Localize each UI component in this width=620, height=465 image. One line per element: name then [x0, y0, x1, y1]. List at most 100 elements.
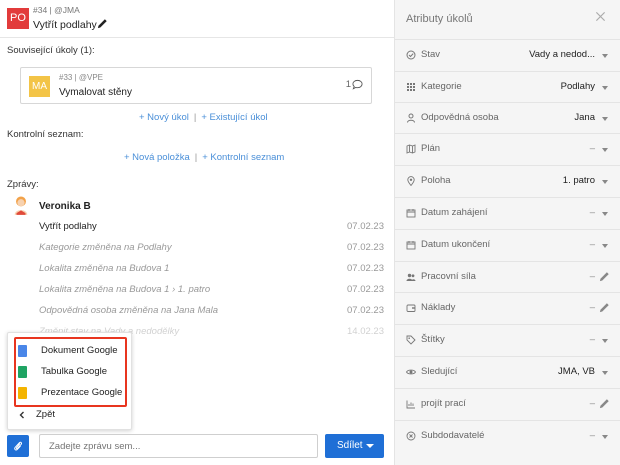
attr-row-stitky[interactable]: Štítky – [395, 324, 620, 355]
attr-row-sledujici[interactable]: Sledující JMA, VB [395, 356, 620, 387]
message-row: Lokalita změněna na Budova 1 › 1. patro … [39, 284, 384, 298]
app: PO #34 | @JMA Vytřít podlahy Související… [0, 0, 620, 465]
chevron-down-icon [602, 86, 608, 90]
message-date: 07.02.23 [347, 221, 384, 232]
costs-icon [406, 304, 416, 312]
chevron-down-icon [602, 117, 608, 121]
attr-value: – [589, 334, 595, 345]
attr-value: – [589, 143, 595, 154]
new-task-link[interactable]: + Nový úkol [139, 112, 189, 123]
chevron-down-icon [602, 54, 608, 58]
edit-pencil-icon[interactable] [599, 271, 610, 282]
chevron-down-icon [602, 180, 608, 184]
chevron-down-icon [602, 339, 608, 343]
people-icon [406, 273, 416, 281]
attr-row-pracovni-sila[interactable]: Pracovní síla – [395, 261, 620, 292]
status-icon [406, 50, 416, 60]
task-meta: #34 | @JMA [33, 5, 80, 15]
attr-value: Jana [574, 112, 595, 123]
related-tasks-label: Související úkoly (1): [7, 45, 95, 56]
message-row: Lokalita změněna na Budova 1 07.02.23 [39, 263, 384, 277]
attr-value: JMA, VB [558, 366, 595, 377]
message-input[interactable] [39, 434, 318, 458]
message-row: Vytřít podlahy 07.02.23 [39, 221, 384, 235]
attr-row-projit-praci[interactable]: projít prací – [395, 388, 620, 419]
message-date: 07.02.23 [347, 305, 384, 316]
attr-row-subdodavatele[interactable]: Subdodavatelé – [395, 420, 620, 451]
attr-value: – [589, 207, 595, 218]
attr-row-stav[interactable]: Stav Vady a nedod... [395, 39, 620, 70]
close-icon[interactable] [595, 11, 606, 22]
location-icon [407, 176, 415, 186]
attr-row-datum-ukonceni[interactable]: Datum ukončení – [395, 229, 620, 260]
attr-label: Odpovědná osoba [421, 112, 499, 123]
subcontractor-icon [406, 431, 416, 441]
attr-value: – [589, 302, 595, 313]
related-task-title: Vymalovat stěny [59, 87, 132, 98]
edit-pencil-icon[interactable] [599, 302, 610, 313]
comment-count: 1 [345, 79, 351, 90]
attr-value: Podlahy [560, 81, 595, 92]
attr-label: Sledující [421, 366, 458, 377]
eye-icon [406, 369, 416, 375]
attr-row-odpovedna-osoba[interactable]: Odpovědná osoba Jana [395, 102, 620, 133]
message-date: 07.02.23 [347, 263, 384, 274]
back-button[interactable]: Zpět [18, 408, 78, 422]
message-date: 07.02.23 [347, 242, 384, 253]
attr-value: – [589, 271, 595, 282]
attributes-title: Atributy úkolů [406, 13, 473, 25]
attr-label: Kategorie [421, 81, 462, 92]
checklist-link[interactable]: + Kontrolní seznam [202, 152, 284, 163]
related-task-meta: #33 | @VPE [59, 73, 103, 82]
attr-row-kategorie[interactable]: Kategorie Podlahy [395, 71, 620, 102]
attr-label: Náklady [421, 302, 456, 313]
chevron-left-icon [19, 411, 24, 419]
person-icon [407, 113, 415, 123]
related-task-card[interactable]: MA #33 | @VPE Vymalovat stěny 1 [20, 67, 372, 104]
category-icon [407, 83, 415, 91]
attr-value: 1. patro [562, 175, 595, 186]
related-links: + Nový úkol | + Existující úkol [139, 112, 268, 123]
attr-value: – [589, 430, 595, 441]
attr-row-plan[interactable]: Plán – [395, 133, 620, 164]
author-name: Veronika B [39, 201, 91, 212]
message-text: Lokalita změněna na Budova 1 [39, 263, 170, 274]
comment-icon [352, 79, 363, 90]
attr-label: Stav [421, 49, 441, 60]
message-date: 14.02.23 [347, 326, 384, 337]
calendar-icon [406, 209, 416, 218]
attr-row-datum-zahajeni[interactable]: Datum zahájení – [395, 197, 620, 228]
attach-button[interactable] [7, 435, 29, 457]
paperclip-icon [14, 441, 22, 451]
edit-pencil-icon[interactable] [97, 18, 108, 29]
attr-row-poloha[interactable]: Poloha 1. patro [395, 165, 620, 196]
attr-value: Vady a nedod... [529, 49, 595, 60]
tag-icon [406, 335, 416, 345]
message-text: Odpovědná osoba změněna na Jana Mala [39, 305, 219, 316]
messages-label: Zprávy: [7, 179, 39, 190]
attr-label: Poloha [421, 175, 451, 186]
new-item-link[interactable]: + Nová položka [124, 152, 190, 163]
task-badge: PO [7, 8, 29, 29]
task-title[interactable]: Vytřít podlahy [33, 19, 97, 31]
task-header: PO #34 | @JMA Vytřít podlahy [0, 0, 394, 38]
related-task-badge: MA [29, 76, 50, 97]
message-text: Kategorie změněna na Podlahy [39, 242, 172, 253]
avatar [14, 196, 28, 215]
attr-label: Datum ukončení [421, 239, 491, 250]
chevron-down-icon [602, 371, 608, 375]
highlight-box [14, 337, 127, 407]
message-text: Lokalita změněna na Budova 1 › 1. patro [39, 284, 211, 295]
chevron-down-icon [602, 212, 608, 216]
link-separator: | [193, 112, 197, 123]
calendar-icon [406, 241, 416, 250]
attributes-panel: Atributy úkolů Stav Vady a nedod... Kate… [394, 0, 620, 465]
chevron-down-icon [366, 444, 374, 448]
edit-pencil-icon[interactable] [599, 398, 610, 409]
share-label: Sdílet [337, 440, 363, 451]
share-button[interactable]: Sdílet [325, 434, 384, 458]
attr-value: – [589, 239, 595, 250]
attr-value: – [589, 398, 595, 409]
existing-task-link[interactable]: + Existující úkol [201, 112, 267, 123]
attr-row-naklady[interactable]: Náklady – [395, 292, 620, 323]
